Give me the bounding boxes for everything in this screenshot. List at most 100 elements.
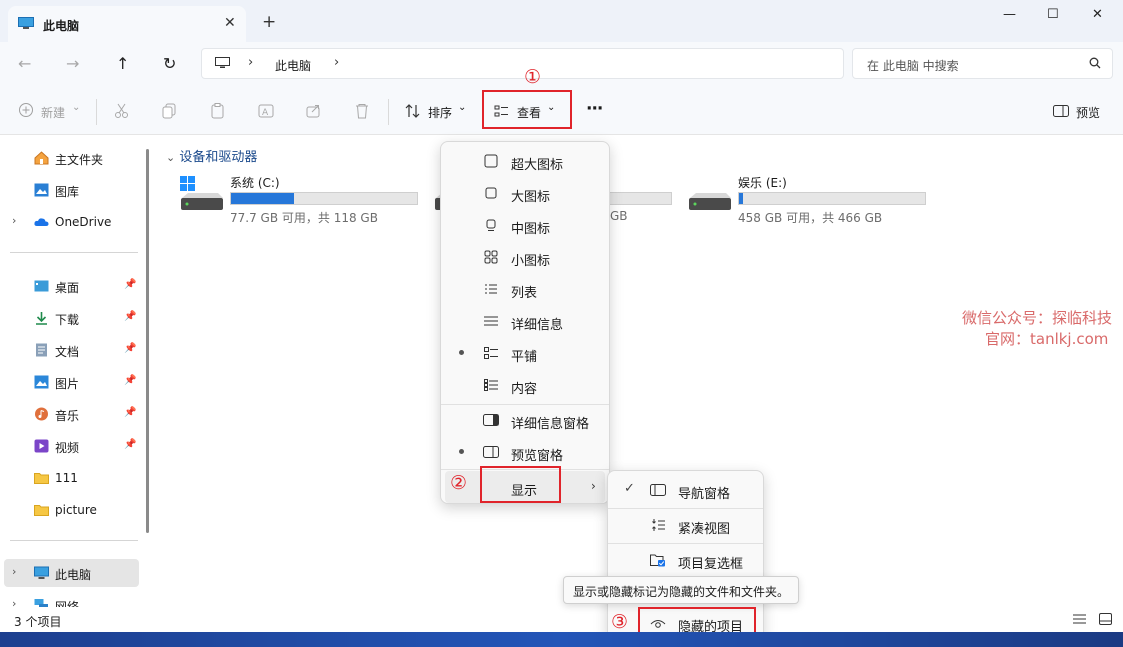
group-title: 设备和驱动器 xyxy=(179,150,258,165)
sidebar-scrollbar[interactable] xyxy=(146,149,149,533)
delete-icon[interactable] xyxy=(353,102,371,120)
up-button[interactable]: ↑ xyxy=(116,54,129,73)
new-chevron-icon: ⌄ xyxy=(72,102,81,113)
menu-item-label: 超大图标 xyxy=(511,158,564,173)
details-pane-icon xyxy=(483,414,499,426)
sidebar-item-label: 此电脑 xyxy=(55,568,92,582)
address-bar[interactable]: › 此电脑 › xyxy=(201,48,844,79)
more-options-button[interactable]: ··· xyxy=(586,99,603,119)
preview-pane-icon xyxy=(483,446,499,458)
extra-large-icons-icon xyxy=(484,154,498,168)
group-header-devices[interactable]: ⌄ 设备和驱动器 xyxy=(166,146,257,165)
sidebar-divider xyxy=(10,252,138,253)
copy-icon[interactable] xyxy=(161,102,179,120)
navigation-bar: ← → ↑ ↻ › 此电脑 › 在 此电脑 中搜索 xyxy=(0,42,1123,88)
pin-icon[interactable]: 📌 xyxy=(124,311,136,322)
menu-item-label: 项目复选框 xyxy=(678,557,744,572)
sidebar-item-home[interactable]: 主文件夹 xyxy=(0,144,140,172)
expand-chevron-icon[interactable]: › xyxy=(12,597,16,607)
menu-item-list[interactable]: 列表 xyxy=(441,273,609,305)
menu-item-tiles[interactable]: 平铺 xyxy=(441,337,609,369)
checkbox-folder-icon xyxy=(650,554,665,567)
sidebar-item-gallery[interactable]: 图库 xyxy=(0,176,140,204)
menu-item-label: 小图标 xyxy=(511,254,551,269)
menu-item-label: 内容 xyxy=(511,382,538,397)
breadcrumb-this-pc[interactable]: 此电脑 xyxy=(275,57,311,74)
document-icon xyxy=(36,343,47,357)
compact-view-icon xyxy=(652,519,665,531)
navigation-pane: 主文件夹 图库 › OneDrive 桌面 📌 下载 📌 文档 📌 图片 📌 音… xyxy=(0,135,155,607)
svg-text:A: A xyxy=(262,108,269,118)
menu-item-details-pane[interactable]: 详细信息窗格 xyxy=(441,404,609,436)
menu-item-details[interactable]: 详细信息 xyxy=(441,305,609,337)
computer-icon xyxy=(215,57,230,68)
forward-button[interactable]: → xyxy=(66,54,79,73)
tab-this-pc[interactable]: 此电脑 ✕ xyxy=(8,6,246,42)
back-button[interactable]: ← xyxy=(18,54,31,73)
folder-icon xyxy=(34,505,49,516)
pin-icon[interactable]: 📌 xyxy=(124,375,136,386)
menu-item-content[interactable]: 内容 xyxy=(441,369,609,401)
annotation-box-show xyxy=(480,466,561,503)
minimize-button[interactable]: — xyxy=(1003,7,1016,22)
expand-chevron-icon[interactable]: › xyxy=(12,565,16,578)
sidebar-item-label: 图库 xyxy=(55,185,80,199)
cut-icon[interactable] xyxy=(113,102,131,120)
details-view-icon[interactable] xyxy=(1073,613,1086,625)
sidebar-item-onedrive[interactable]: › OneDrive xyxy=(0,208,140,236)
search-box[interactable]: 在 此电脑 中搜索 xyxy=(852,48,1113,79)
annotation-step-3: ③ xyxy=(611,611,629,633)
menu-item-compact-view[interactable]: 紧凑视图 xyxy=(608,509,763,541)
sidebar-item-videos[interactable]: 视频 📌 xyxy=(0,432,140,460)
sidebar-item-music[interactable]: 音乐 📌 xyxy=(0,400,140,428)
sidebar-item-this-pc[interactable]: › 此电脑 xyxy=(4,559,139,587)
drive-usage-fill xyxy=(231,193,295,204)
maximize-button[interactable]: ☐ xyxy=(1047,7,1059,22)
status-bar: 3 个项目 xyxy=(0,607,1123,632)
new-button[interactable]: 新建 xyxy=(41,104,65,121)
drive-e[interactable]: 娱乐 (E:) 458 GB 可用，共 466 GB xyxy=(688,172,938,225)
drive-name: 娱乐 (E:) xyxy=(738,176,787,190)
tiles-view-icon[interactable] xyxy=(1099,613,1112,625)
pin-icon[interactable]: 📌 xyxy=(124,407,136,418)
pin-icon[interactable]: 📌 xyxy=(124,279,136,290)
new-tab-button[interactable]: + xyxy=(262,12,276,32)
sidebar-item-network[interactable]: › 网络 xyxy=(0,591,140,607)
sidebar-item-folder-picture[interactable]: picture xyxy=(0,496,140,524)
sidebar-item-folder-111[interactable]: 111 xyxy=(0,464,140,492)
drive-c[interactable]: 系统 (C:) 77.7 GB 可用，共 118 GB xyxy=(180,172,430,225)
download-icon xyxy=(36,312,47,325)
windows-drive-icon xyxy=(180,176,223,210)
sidebar-item-label: 音乐 xyxy=(55,409,80,423)
preview-button[interactable]: 预览 xyxy=(1076,104,1100,121)
pin-icon[interactable]: 📌 xyxy=(124,343,136,354)
content-icon xyxy=(484,379,498,391)
refresh-button[interactable]: ↻ xyxy=(163,54,176,73)
breadcrumb-separator[interactable]: › xyxy=(334,55,339,70)
pin-icon[interactable]: 📌 xyxy=(124,439,136,450)
sidebar-item-desktop[interactable]: 桌面 📌 xyxy=(0,272,140,300)
tab-close-button[interactable]: ✕ xyxy=(224,15,236,31)
menu-item-medium-icons[interactable]: 中图标 xyxy=(441,209,609,241)
share-icon[interactable] xyxy=(305,102,323,120)
menu-item-preview-pane[interactable]: 预览窗格 xyxy=(441,436,609,468)
sidebar-item-downloads[interactable]: 下载 📌 xyxy=(0,304,140,332)
menu-item-navigation-pane[interactable]: ✓ 导航窗格 xyxy=(608,474,763,506)
navigation-pane-icon xyxy=(650,484,666,496)
sort-button[interactable]: 排序 xyxy=(428,104,452,121)
sidebar-item-documents[interactable]: 文档 📌 xyxy=(0,336,140,364)
expand-chevron-icon[interactable]: › xyxy=(12,214,16,227)
rename-icon[interactable]: A xyxy=(257,102,275,120)
window-close-button[interactable]: ✕ xyxy=(1092,7,1103,22)
menu-item-small-icons[interactable]: 小图标 xyxy=(441,241,609,273)
collapse-chevron-icon[interactable]: ⌄ xyxy=(166,151,175,164)
menu-item-large-icons[interactable]: 大图标 xyxy=(441,177,609,209)
sidebar-item-pictures[interactable]: 图片 📌 xyxy=(0,368,140,396)
paste-icon[interactable] xyxy=(209,102,227,120)
tooltip-text: 显示或隐藏标记为隐藏的文件和文件夹。 xyxy=(573,585,790,599)
menu-item-item-checkboxes[interactable]: 项目复选框 xyxy=(608,544,763,576)
drive-usage-fill xyxy=(739,193,743,204)
menu-item-extra-large-icons[interactable]: 超大图标 xyxy=(441,145,609,177)
computer-icon xyxy=(34,566,49,579)
video-icon xyxy=(34,439,49,453)
